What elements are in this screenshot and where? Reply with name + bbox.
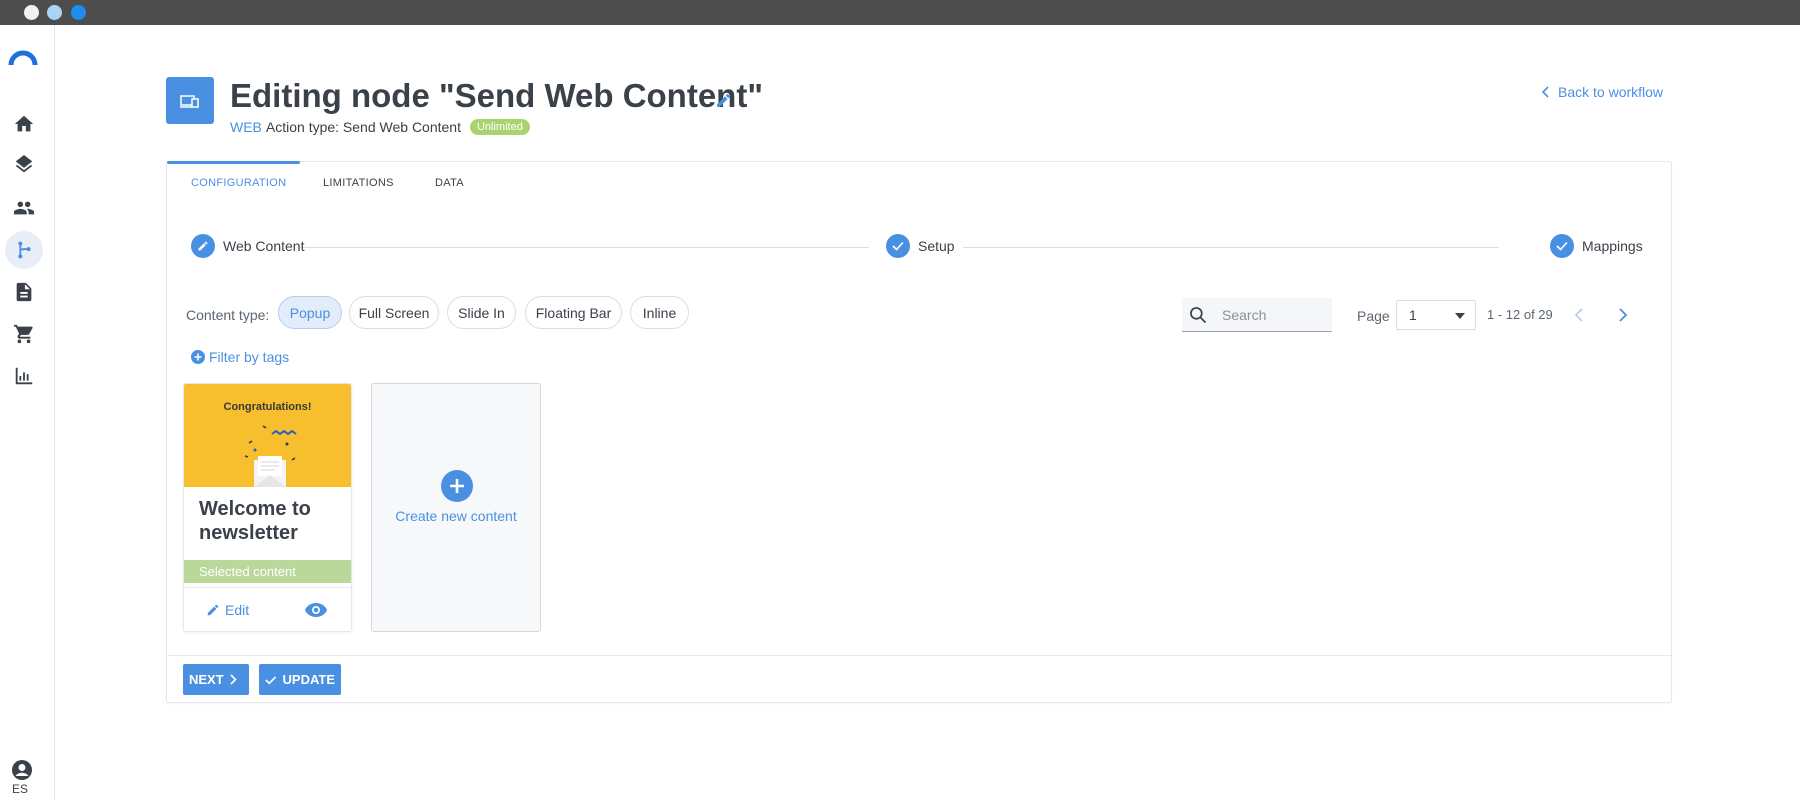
search-input[interactable]: Search (1182, 298, 1332, 332)
document-icon (16, 282, 32, 302)
pagination-range: 1 - 12 of 29 (1487, 307, 1553, 322)
content-thumbnail: Congratulations! (184, 384, 351, 487)
selected-content-bar: Selected content (184, 560, 351, 583)
update-button[interactable]: UPDATE (259, 664, 341, 695)
sidebar-item-home[interactable] (5, 105, 43, 143)
active-tab-indicator (167, 161, 300, 164)
back-to-workflow-link[interactable]: Back to workflow (1542, 84, 1663, 100)
limit-badge: Unlimited (469, 119, 530, 135)
step-mappings[interactable]: Mappings (1550, 234, 1643, 258)
sidebar: ES (0, 25, 55, 800)
content-type-popup[interactable]: Popup (278, 296, 342, 329)
chevron-right-icon (230, 674, 237, 685)
back-link-label: Back to workflow (1558, 84, 1664, 100)
edit-content-button[interactable]: Edit (206, 602, 249, 618)
cart-icon (13, 324, 33, 344)
action-type-label: Action type: Send Web Content (265, 119, 461, 135)
workflow-icon (18, 241, 31, 259)
footer-divider (167, 655, 1671, 656)
tab-data[interactable]: DATA (435, 177, 464, 189)
user-account-icon[interactable] (10, 758, 34, 782)
sidebar-item-reports[interactable] (5, 357, 43, 395)
sidebar-item-cart[interactable] (5, 315, 43, 353)
tab-limitations[interactable]: LIMITATIONS (323, 177, 394, 189)
tab-configuration[interactable]: CONFIGURATION (191, 177, 286, 189)
content-card[interactable]: Congratulations! Welcome to newsletter S… (183, 383, 352, 632)
preview-eye-icon[interactable] (304, 602, 328, 618)
page-select[interactable]: 1 (1396, 300, 1476, 330)
content-card-title: Welcome to newsletter (199, 498, 311, 544)
pencil-icon (207, 604, 219, 616)
step-label: Mappings (1582, 238, 1643, 254)
bar-chart-icon (15, 367, 33, 385)
chevron-left-icon (1542, 86, 1549, 98)
filter-label: Filter by tags (209, 349, 290, 365)
caret-down-icon (1455, 313, 1465, 319)
add-circle-icon (191, 350, 205, 364)
content-type-inline[interactable]: Inline (630, 296, 689, 329)
page-title: Editing node "Send Web Content" (230, 77, 763, 114)
content-type-label: Content type: (186, 307, 270, 323)
stepper: Web Content Setup Mappings (167, 234, 1671, 260)
channel-link[interactable]: WEB (230, 119, 262, 135)
window-minimize-dot[interactable] (47, 5, 62, 20)
update-label: UPDATE (282, 672, 335, 687)
chevron-right-icon[interactable] (1614, 307, 1630, 323)
home-icon (14, 115, 34, 132)
filter-by-tags-link[interactable]: Filter by tags (191, 349, 289, 365)
page-label: Page (1357, 308, 1390, 324)
step-connector (300, 247, 869, 248)
search-icon (1190, 306, 1207, 323)
next-label: NEXT (189, 672, 224, 687)
create-new-content-label: Create new content (395, 508, 517, 524)
sidebar-item-people[interactable] (5, 189, 43, 227)
edit-label: Edit (225, 602, 250, 618)
check-icon (1550, 234, 1574, 258)
people-icon (13, 201, 35, 215)
window-close-dot[interactable] (24, 5, 39, 20)
content-type-floating-bar[interactable]: Floating Bar (525, 296, 622, 329)
step-setup[interactable]: Setup (886, 234, 955, 258)
create-new-content-card[interactable]: Create new content (371, 383, 541, 632)
language-label[interactable]: ES (12, 782, 28, 796)
step-label: Web Content (223, 238, 305, 254)
check-icon (886, 234, 910, 258)
web-channel-icon (166, 77, 214, 124)
content-type-slide-in[interactable]: Slide In (447, 296, 516, 329)
pencil-icon (191, 234, 215, 258)
configuration-card: CONFIGURATION LIMITATIONS DATA Web Conte… (166, 161, 1672, 703)
node-subtitle: WEB Action type: Send Web Content Unlimi… (230, 119, 530, 135)
edit-title-icon[interactable] (715, 92, 732, 109)
content-type-full-screen[interactable]: Full Screen (349, 296, 439, 329)
window-maximize-dot[interactable] (71, 5, 86, 20)
step-label: Setup (918, 238, 955, 254)
step-connector (963, 247, 1499, 248)
plus-icon (441, 470, 473, 502)
logo-icon[interactable] (7, 45, 39, 67)
divider (184, 587, 351, 588)
layers-icon (15, 155, 33, 173)
envelope-illustration (244, 425, 297, 487)
check-icon (265, 675, 277, 684)
sidebar-item-workflows[interactable] (5, 231, 43, 269)
page-select-value: 1 (1409, 307, 1417, 323)
step-web-content[interactable]: Web Content (191, 234, 304, 258)
next-button[interactable]: NEXT (183, 664, 249, 695)
sidebar-item-documents[interactable] (5, 273, 43, 311)
sidebar-item-layers[interactable] (5, 147, 43, 185)
search-placeholder: Search (1222, 306, 1267, 323)
window-titlebar (0, 0, 1800, 25)
chevron-left-icon[interactable] (1572, 307, 1588, 323)
tab-bar: CONFIGURATION LIMITATIONS DATA (167, 161, 1671, 202)
